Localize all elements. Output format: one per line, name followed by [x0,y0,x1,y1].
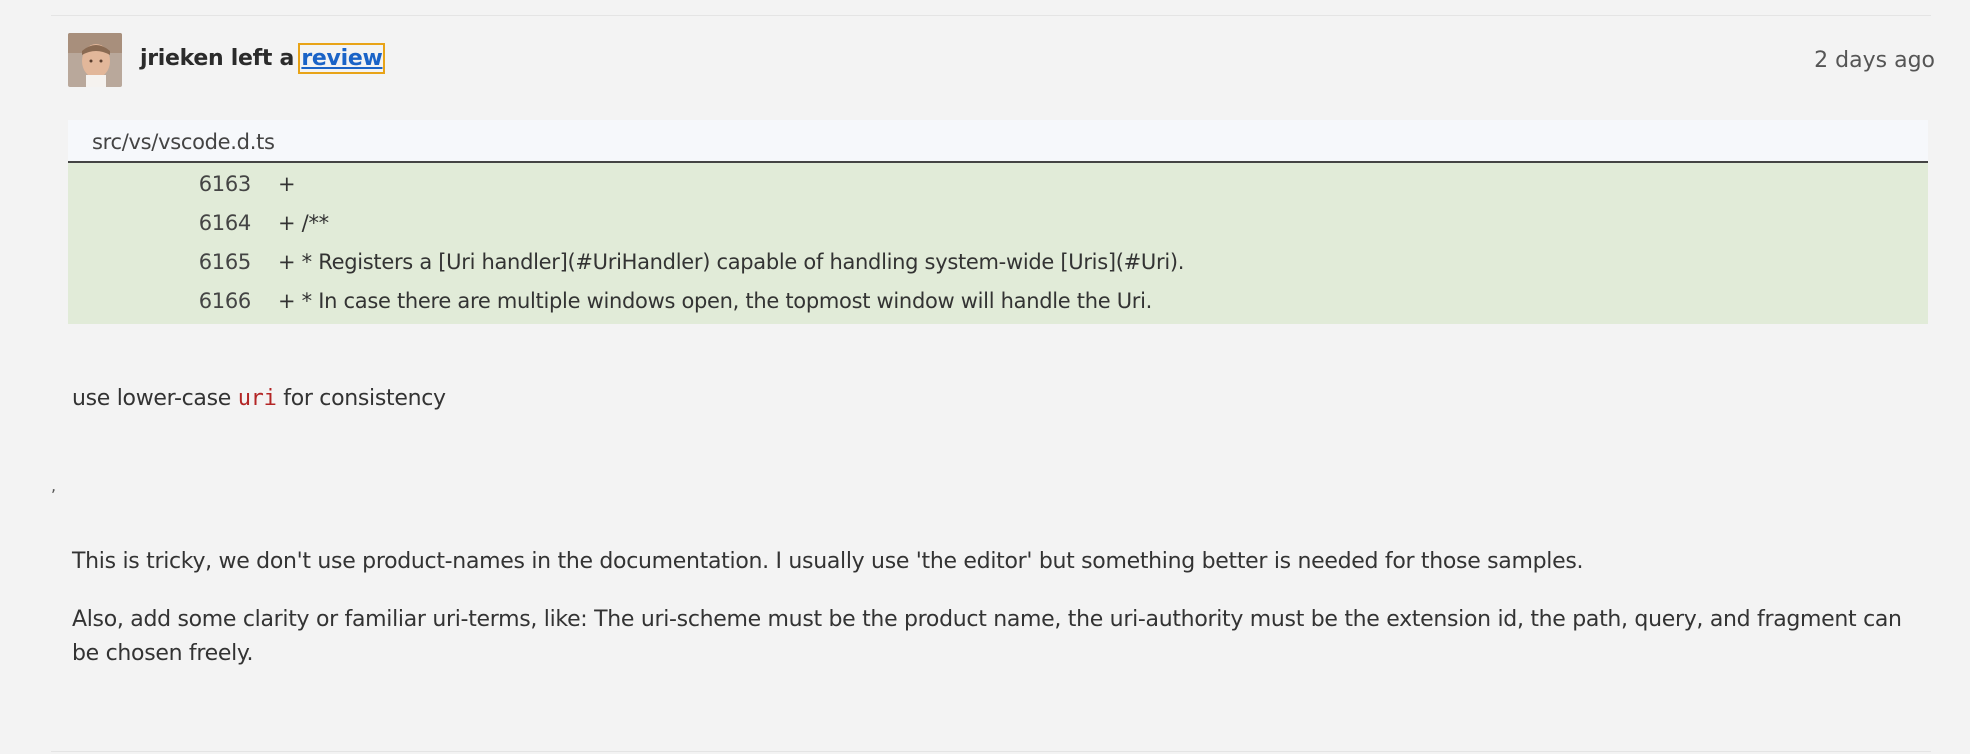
reply-paragraph: Also, add some clarity or familiar uri-t… [72,607,1902,666]
comment-text: for consistency [283,386,446,411]
review-comment: use lower-case uri for consistency [72,386,446,411]
separator-mark: , [51,476,57,495]
line-number: 6165 [198,250,252,274]
avatar-icon [68,33,122,87]
line-code: + [278,172,296,196]
diff-file-path[interactable]: src/vs/vscode.d.ts [68,120,1928,163]
action-text: left a [230,46,295,71]
review-link[interactable]: review [298,43,386,74]
diff-line: 6164 + /** [68,204,1928,243]
diff-line: 6163 + [68,165,1928,204]
review-summary: jrieken left a review [140,43,386,74]
line-number: 6164 [198,211,252,235]
diff-line: 6166 + * In case there are multiple wind… [68,282,1928,321]
avatar[interactable] [68,33,122,87]
review-page: jrieken left a review 2 days ago src/vs/… [0,0,1970,754]
comment-text: use lower-case [72,386,231,411]
line-code: + * Registers a [Uri handler](#UriHandle… [278,250,1185,274]
inline-code: uri [237,386,277,411]
review-header: jrieken left a review 2 days ago [68,33,1938,87]
line-code: + * In case there are multiple windows o… [278,289,1153,313]
diff-snippet: src/vs/vscode.d.ts 6163 + 6164 + /** 616… [68,120,1928,324]
diff-lines: 6163 + 6164 + /** 6165 + * Registers a [… [68,163,1928,324]
diff-line: 6165 + * Registers a [Uri handler](#UriH… [68,243,1928,282]
reply-paragraph: This is tricky, we don't use product-nam… [72,549,1584,574]
bottom-divider [51,751,1931,752]
timestamp[interactable]: 2 days ago [1814,48,1935,73]
top-divider [51,15,1931,16]
author-name[interactable]: jrieken [140,46,224,71]
line-number: 6163 [198,172,252,196]
line-code: + /** [278,211,329,235]
line-number: 6166 [198,289,252,313]
review-reply: This is tricky, we don't use product-nam… [72,545,1932,695]
